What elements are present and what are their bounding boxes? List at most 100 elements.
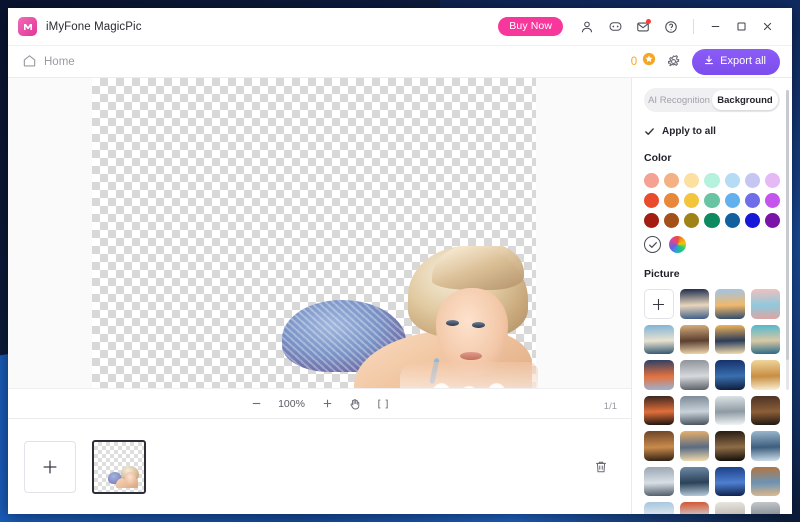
hand-icon[interactable] bbox=[348, 397, 362, 411]
color-swatch-11[interactable] bbox=[724, 193, 740, 209]
page-indicator: 1/1 bbox=[603, 401, 617, 412]
color-swatch-12[interactable] bbox=[744, 193, 760, 209]
thumbnail-preview bbox=[108, 465, 140, 488]
zoom-toolbar: 100% bbox=[8, 388, 631, 418]
bg-forest-road[interactable] bbox=[750, 395, 780, 426]
tab-background[interactable]: Background bbox=[712, 90, 778, 110]
add-image-button[interactable] bbox=[24, 440, 76, 493]
credits-value: 0 bbox=[630, 55, 638, 68]
subject-eye-left bbox=[446, 320, 459, 326]
bg-snow-swan[interactable] bbox=[715, 395, 745, 426]
bg-mountain-sunrise[interactable] bbox=[679, 431, 709, 461]
color-swatch-3[interactable] bbox=[704, 173, 720, 189]
filmstrip-thumbnail[interactable] bbox=[92, 439, 146, 494]
bg-palm-silhouette[interactable] bbox=[715, 360, 745, 390]
check-circle-icon[interactable] bbox=[644, 236, 661, 254]
bg-pink-sky-sea[interactable] bbox=[750, 289, 780, 319]
color-section-title: Color bbox=[644, 152, 672, 164]
mail-unread-badge bbox=[646, 18, 651, 24]
apply-to-all-checkbox[interactable]: Apply to all bbox=[644, 126, 780, 137]
bg-cliff-beach[interactable] bbox=[679, 324, 709, 355]
panel-scrollbar[interactable] bbox=[786, 90, 789, 390]
export-all-button[interactable]: Export all bbox=[692, 48, 780, 75]
zoom-out-button[interactable] bbox=[250, 397, 263, 410]
maximize-button[interactable] bbox=[728, 14, 754, 40]
bg-sunburst-shore[interactable] bbox=[715, 324, 745, 355]
subject-lips bbox=[460, 352, 482, 360]
bg-dusk-clouds[interactable] bbox=[644, 360, 674, 390]
bg-golden-horizon[interactable] bbox=[750, 360, 780, 390]
mail-icon[interactable] bbox=[631, 15, 655, 39]
panel-scrollbar-thumb[interactable] bbox=[786, 90, 789, 360]
color-swatch-20[interactable] bbox=[764, 213, 781, 229]
color-swatch-17[interactable] bbox=[704, 213, 720, 229]
color-swatch-10[interactable] bbox=[704, 193, 720, 209]
bg-blue-bridge[interactable] bbox=[750, 431, 780, 461]
bg-fjord-reflection[interactable] bbox=[679, 466, 709, 497]
bg-red-lighthouse[interactable] bbox=[679, 502, 709, 514]
bg-beach-night[interactable] bbox=[679, 289, 709, 319]
title-bar: iMyFone MagicPic Buy Now bbox=[8, 8, 792, 46]
main-body: 100% 1/1 AI Recognition Background Apply… bbox=[8, 78, 792, 514]
apply-to-all-label: Apply to all bbox=[662, 126, 716, 137]
account-icon[interactable] bbox=[575, 15, 599, 39]
gear-icon[interactable] bbox=[662, 51, 684, 73]
color-swatch-4[interactable] bbox=[724, 173, 740, 189]
fit-to-screen-icon[interactable] bbox=[376, 397, 390, 411]
bg-autumn-forest[interactable] bbox=[644, 431, 674, 461]
bg-grey-waves[interactable] bbox=[679, 360, 709, 390]
picture-grid bbox=[644, 289, 780, 514]
color-swatch-2[interactable] bbox=[684, 173, 700, 189]
bg-white-sketch[interactable] bbox=[715, 502, 745, 514]
color-swatch-14[interactable] bbox=[644, 213, 660, 229]
bg-blue-cathedral[interactable] bbox=[715, 466, 745, 497]
color-swatch-6[interactable] bbox=[764, 173, 781, 189]
bg-frozen-pier[interactable] bbox=[644, 502, 674, 514]
trash-icon[interactable] bbox=[589, 455, 613, 479]
color-swatch-19[interactable] bbox=[744, 213, 760, 229]
color-swatch-16[interactable] bbox=[684, 213, 700, 229]
magicpic-logo-icon bbox=[18, 17, 37, 36]
bg-canal-town[interactable] bbox=[750, 466, 780, 497]
bg-tropical-palm[interactable] bbox=[644, 324, 674, 355]
bg-winter-village[interactable] bbox=[644, 466, 674, 497]
credits-display[interactable]: 0 bbox=[631, 52, 656, 71]
color-swatch-0[interactable] bbox=[644, 173, 660, 189]
discord-icon[interactable] bbox=[603, 15, 627, 39]
color-wheel-icon[interactable] bbox=[669, 236, 686, 254]
panel-tabs: AI Recognition Background bbox=[644, 88, 780, 112]
image-canvas[interactable] bbox=[92, 78, 538, 388]
titlebar-divider bbox=[693, 19, 694, 34]
background-panel: AI Recognition Background Apply to all C… bbox=[632, 78, 792, 514]
home-icon bbox=[22, 53, 37, 71]
bg-pier-turquoise[interactable] bbox=[750, 324, 780, 355]
tab-ai-recognition[interactable]: AI Recognition bbox=[646, 90, 712, 110]
color-swatch-5[interactable] bbox=[744, 173, 760, 189]
help-icon[interactable] bbox=[659, 15, 683, 39]
close-button[interactable] bbox=[754, 14, 780, 40]
zoom-in-button[interactable] bbox=[321, 397, 334, 410]
subject-eye-right bbox=[472, 322, 485, 328]
color-swatch-8[interactable] bbox=[664, 193, 680, 209]
bg-stone-arch[interactable] bbox=[715, 431, 745, 461]
thumb-face bbox=[125, 471, 136, 485]
color-swatch-9[interactable] bbox=[684, 193, 700, 209]
color-swatch-7[interactable] bbox=[644, 193, 660, 209]
export-all-label: Export all bbox=[720, 55, 766, 67]
minimize-button[interactable] bbox=[702, 14, 728, 40]
bg-misty-lake[interactable] bbox=[679, 395, 709, 426]
app-title: iMyFone MagicPic bbox=[46, 20, 142, 33]
color-swatch-15[interactable] bbox=[664, 213, 680, 229]
download-icon bbox=[703, 54, 715, 69]
bg-ocean-sunset[interactable] bbox=[715, 289, 745, 319]
color-swatch-1[interactable] bbox=[664, 173, 680, 189]
canvas-viewport[interactable] bbox=[8, 78, 631, 388]
home-button[interactable]: Home bbox=[22, 53, 75, 71]
sub-toolbar: Home 0 Export all bbox=[8, 46, 792, 78]
bg-lava-rock[interactable] bbox=[644, 395, 674, 426]
add-picture-button[interactable] bbox=[644, 289, 674, 319]
color-swatch-13[interactable] bbox=[764, 193, 781, 209]
bg-grey-monument[interactable] bbox=[750, 502, 780, 514]
buy-now-button[interactable]: Buy Now bbox=[498, 17, 563, 36]
color-swatch-18[interactable] bbox=[724, 213, 740, 229]
